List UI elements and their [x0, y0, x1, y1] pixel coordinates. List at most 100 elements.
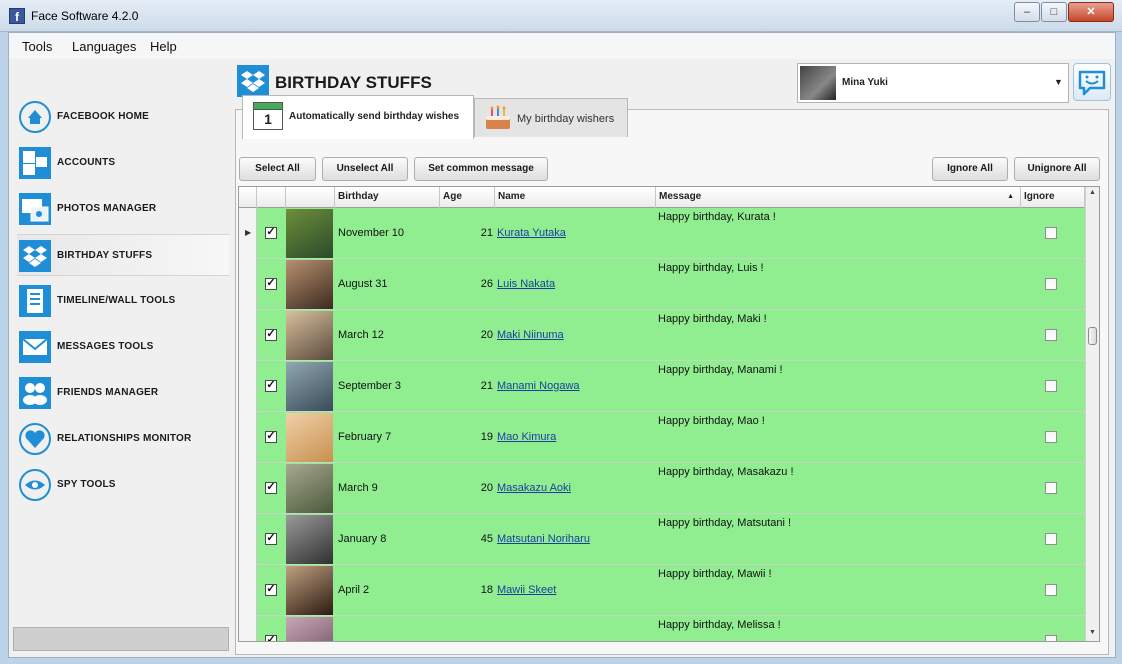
row-header[interactable]: [239, 463, 257, 514]
grid-header: Birthday Age Name Message ▲ Ignore: [239, 187, 1085, 208]
row-header-column: [239, 187, 257, 208]
friend-name-link[interactable]: Matsutani Noriharu: [497, 533, 590, 545]
birthday-cell: March 12: [338, 329, 384, 341]
sidebar-item-birthday-stuffs[interactable]: BIRTHDAY STUFFS: [17, 234, 229, 276]
close-button[interactable]: ✕: [1068, 2, 1114, 22]
send-wish-checkbox[interactable]: ✓: [265, 635, 277, 641]
scroll-down-icon[interactable]: ▼: [1089, 629, 1096, 636]
tab-auto-send-wishes[interactable]: 1 Automatically send birthday wishes: [242, 95, 474, 139]
menu-bar: Tools Languages Help: [9, 33, 1115, 59]
send-wish-checkbox[interactable]: ✓: [265, 431, 277, 443]
friend-name-link[interactable]: Mawii Skeet: [497, 584, 556, 596]
send-wish-checkbox[interactable]: ✓: [265, 482, 277, 494]
column-header-ignore[interactable]: Ignore: [1021, 187, 1085, 208]
message-cell[interactable]: Happy birthday, Mawii !: [658, 568, 772, 580]
message-cell[interactable]: Happy birthday, Matsutani !: [658, 517, 791, 529]
menu-languages[interactable]: Languages: [72, 39, 136, 54]
table-row[interactable]: ✓ January 8 45 Matsutani Noriharu Happy birt…: [239, 514, 1085, 565]
message-cell[interactable]: Happy birthday, Mao !: [658, 415, 765, 427]
row-header[interactable]: [239, 259, 257, 310]
send-wish-checkbox[interactable]: ✓: [265, 227, 277, 239]
table-row[interactable]: ▶ ✓ November 10 21 Kurata Yutaka Happy birthd…: [239, 208, 1085, 259]
menu-help[interactable]: Help: [150, 39, 177, 54]
friend-name-link[interactable]: Luis Nakata: [497, 278, 555, 290]
row-header[interactable]: [239, 616, 257, 641]
ignore-checkbox[interactable]: [1045, 380, 1057, 392]
sidebar-item-accounts[interactable]: ACCOUNTS: [17, 142, 229, 184]
sidebar-item-relationships-monitor[interactable]: RELATIONSHIPS MONITOR: [17, 418, 229, 460]
message-cell[interactable]: Happy birthday, Melissa !: [658, 619, 781, 631]
envelope-icon: [19, 331, 51, 363]
table-row[interactable]: ✓ Happy birthday, Melissa !: [239, 616, 1085, 641]
ignore-checkbox[interactable]: [1045, 533, 1057, 545]
column-header-name[interactable]: Name: [495, 187, 656, 208]
column-header-age[interactable]: Age: [440, 187, 495, 208]
table-row[interactable]: ✓ March 12 20 Maki Niinuma Happy birthday, M…: [239, 310, 1085, 361]
send-wish-checkbox[interactable]: ✓: [265, 584, 277, 596]
select-column-header[interactable]: [257, 187, 286, 208]
column-header-message[interactable]: Message ▲: [656, 187, 1021, 208]
sidebar-item-messages-tools[interactable]: MESSAGES TOOLS: [17, 326, 229, 368]
sidebar-item-facebook-home[interactable]: FACEBOOK HOME: [17, 96, 229, 138]
ignore-checkbox[interactable]: [1045, 431, 1057, 443]
ignore-checkbox[interactable]: [1045, 278, 1057, 290]
row-header[interactable]: [239, 310, 257, 361]
send-wish-checkbox[interactable]: ✓: [265, 533, 277, 545]
table-row[interactable]: ✓ September 3 21 Manami Nogawa Happy birthda…: [239, 361, 1085, 412]
column-header-birthday[interactable]: Birthday: [335, 187, 440, 208]
table-row[interactable]: ✓ August 31 26 Luis Nakata Happy birthday, L…: [239, 259, 1085, 310]
set-common-message-button[interactable]: Set common message: [414, 157, 548, 181]
row-header[interactable]: [239, 361, 257, 412]
ignore-checkbox[interactable]: [1045, 635, 1057, 641]
birthday-cell: August 31: [338, 278, 388, 290]
friend-photo: [286, 515, 333, 564]
sidebar-item-photos-manager[interactable]: PHOTOS MANAGER: [17, 188, 229, 230]
friend-name-link[interactable]: Mao Kimura: [497, 431, 556, 443]
minimize-button[interactable]: –: [1014, 2, 1040, 22]
sidebar-item-label: SPY TOOLS: [57, 479, 116, 490]
sidebar-item-spy-tools[interactable]: SPY TOOLS: [17, 464, 229, 506]
tab-my-birthday-wishers[interactable]: My birthday wishers: [474, 98, 628, 137]
ignore-checkbox[interactable]: [1045, 329, 1057, 341]
unselect-all-button[interactable]: Unselect All: [322, 157, 408, 181]
ignore-checkbox[interactable]: [1045, 482, 1057, 494]
message-cell[interactable]: Happy birthday, Maki !: [658, 313, 767, 325]
chevron-down-icon[interactable]: ▼: [1054, 77, 1063, 87]
select-all-button[interactable]: Select All: [239, 157, 316, 181]
column-header-label: Message: [659, 191, 702, 202]
sidebar-item-timeline-wall-tools[interactable]: TIMELINE/WALL TOOLS: [17, 280, 229, 322]
table-row[interactable]: ✓ March 9 20 Masakazu Aoki Happy birthday, M…: [239, 463, 1085, 514]
row-header[interactable]: ▶: [239, 208, 257, 259]
row-header[interactable]: [239, 514, 257, 565]
ignore-all-button[interactable]: Ignore All: [932, 157, 1008, 181]
friend-name-link[interactable]: Maki Niinuma: [497, 329, 564, 341]
send-wish-checkbox[interactable]: ✓: [265, 380, 277, 392]
table-row[interactable]: ✓ April 2 18 Mawii Skeet Happy birthday, Maw…: [239, 565, 1085, 616]
friend-name-link[interactable]: Kurata Yutaka: [497, 227, 566, 239]
message-cell[interactable]: Happy birthday, Manami !: [658, 364, 783, 376]
title-bar: f Face Software 4.2.0 – □ ✕: [0, 0, 1122, 32]
send-wish-checkbox[interactable]: ✓: [265, 329, 277, 341]
scroll-up-icon[interactable]: ▲: [1089, 189, 1096, 196]
friend-name-link[interactable]: Masakazu Aoki: [497, 482, 571, 494]
message-cell[interactable]: Happy birthday, Masakazu !: [658, 466, 794, 478]
sidebar-item-friends-manager[interactable]: FRIENDS MANAGER: [17, 372, 229, 414]
message-cell[interactable]: Happy birthday, Kurata !: [658, 211, 776, 223]
row-header[interactable]: [239, 412, 257, 463]
send-wish-checkbox[interactable]: ✓: [265, 278, 277, 290]
scrollbar-thumb[interactable]: [1088, 327, 1097, 345]
table-row[interactable]: ✓ February 7 19 Mao Kimura Happy birthday, M…: [239, 412, 1085, 463]
friend-name-link[interactable]: Manami Nogawa: [497, 380, 580, 392]
maximize-button[interactable]: □: [1041, 2, 1067, 22]
menu-tools[interactable]: Tools: [22, 39, 52, 54]
eye-icon: [19, 469, 51, 501]
row-header[interactable]: [239, 565, 257, 616]
birthday-cell: March 9: [338, 482, 378, 494]
ignore-checkbox[interactable]: [1045, 584, 1057, 596]
user-account-select[interactable]: Mina Yuki ▼: [797, 63, 1069, 103]
chat-button[interactable]: [1073, 63, 1111, 101]
message-cell[interactable]: Happy birthday, Luis !: [658, 262, 764, 274]
ignore-checkbox[interactable]: [1045, 227, 1057, 239]
unignore-all-button[interactable]: Unignore All: [1014, 157, 1100, 181]
vertical-scrollbar[interactable]: ▲ ▼: [1085, 187, 1099, 641]
